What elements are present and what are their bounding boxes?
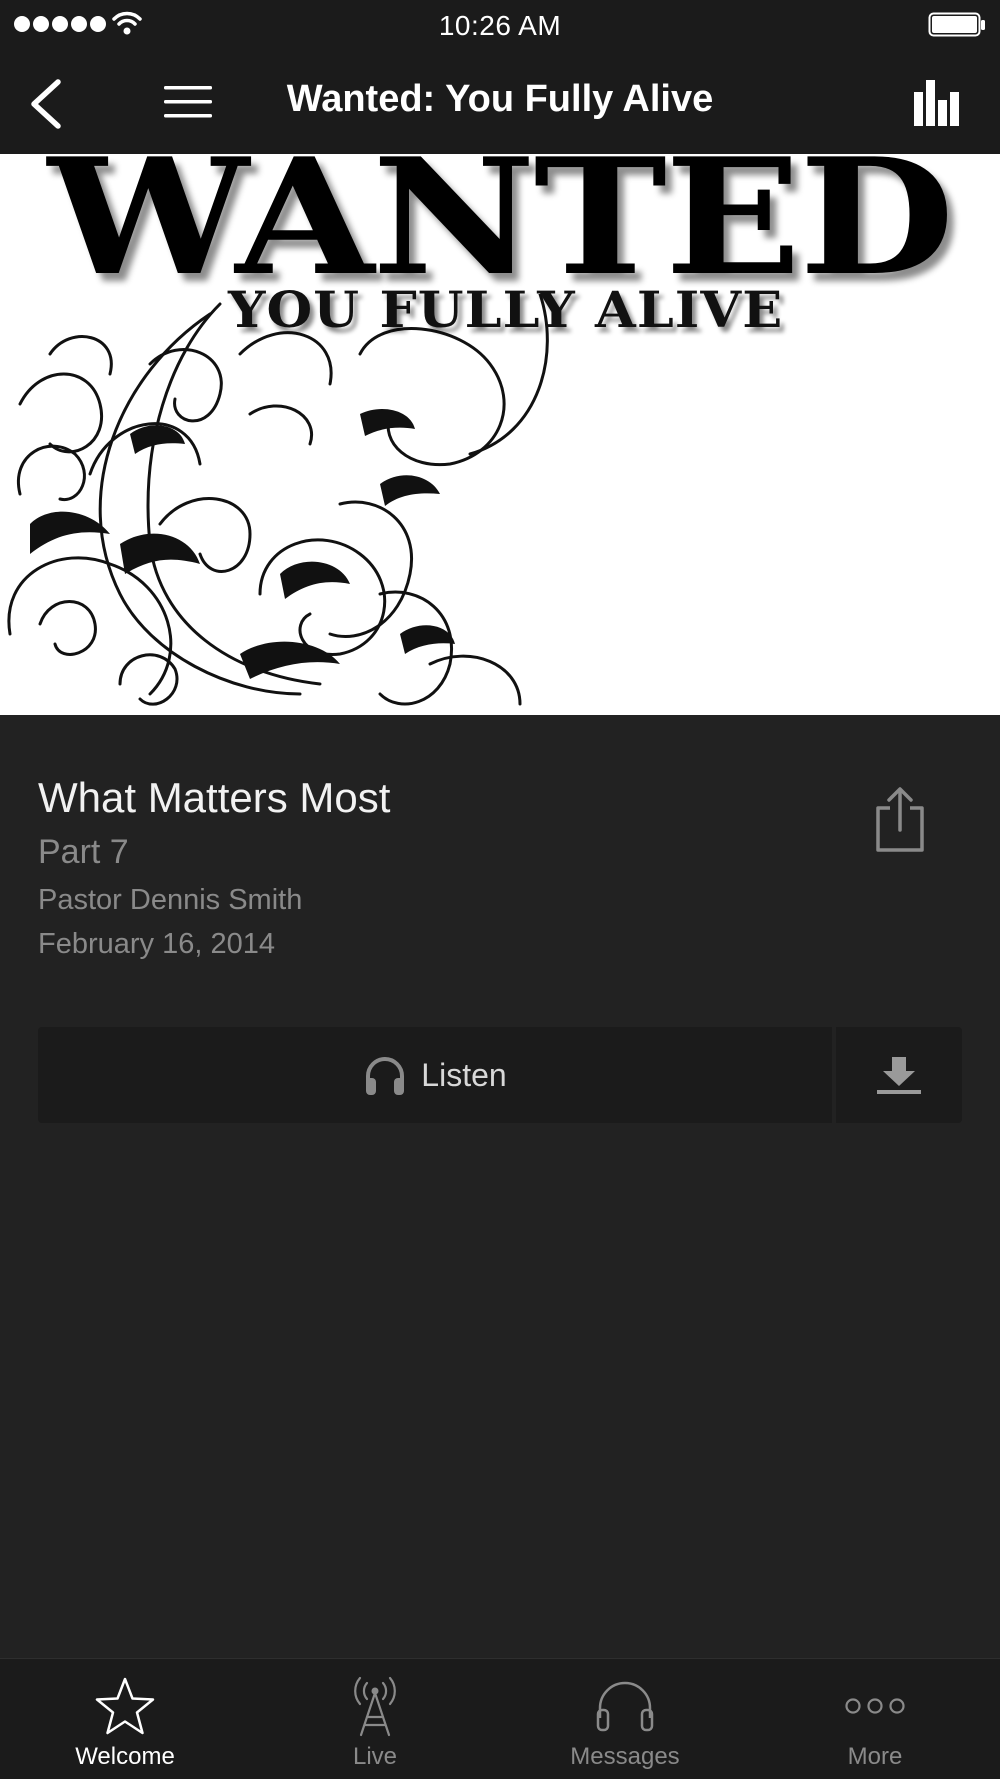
sermon-date: February 16, 2014	[38, 928, 275, 960]
tab-live[interactable]: Live	[250, 1659, 500, 1779]
status-bar: 10:26 AM	[0, 0, 1000, 52]
headphones-icon	[366, 1057, 405, 1095]
bar-chart-icon[interactable]	[912, 78, 964, 128]
tab-label: Live	[352, 1743, 398, 1770]
flourish-ornament	[7, 294, 549, 706]
tab-label: Welcome	[75, 1743, 175, 1770]
artwork-subtitle: YOU FULLY ALIVE	[228, 280, 784, 339]
tab-label: Messages	[570, 1743, 680, 1770]
tab-bar: Welcome Live Messages More	[0, 1658, 1000, 1779]
download-icon	[877, 1057, 921, 1094]
sermon-title: What Matters Most	[38, 774, 391, 821]
headphones-icon	[596, 1681, 654, 1732]
download-button[interactable]	[836, 1027, 962, 1123]
battery-icon	[928, 12, 985, 37]
listen-label: Listen	[421, 1056, 507, 1093]
tab-messages[interactable]: Messages	[500, 1659, 750, 1779]
navigation-bar: Wanted: You Fully Alive	[0, 52, 1000, 154]
tab-more[interactable]: More	[750, 1659, 1000, 1779]
share-icon[interactable]	[872, 786, 928, 854]
star-icon	[95, 1677, 155, 1735]
tab-welcome[interactable]: Welcome	[0, 1659, 250, 1779]
artwork-title: WANTED	[47, 154, 955, 311]
action-bar: Listen	[38, 1027, 962, 1123]
sermon-part: Part 7	[38, 833, 129, 871]
more-dots-icon	[845, 1698, 905, 1714]
broadcast-tower-icon	[354, 1676, 396, 1737]
status-time: 10:26 AM	[438, 10, 562, 41]
tab-label: More	[847, 1743, 903, 1770]
page-title: Wanted: You Fully Alive	[286, 78, 714, 120]
listen-button[interactable]: Listen	[38, 1027, 832, 1123]
series-artwork: WANTED YOU FULLY ALIVE	[0, 154, 1000, 715]
sermon-details: What Matters Most Part 7 Pastor Dennis S…	[38, 772, 838, 964]
sermon-speaker: Pastor Dennis Smith	[38, 884, 303, 916]
